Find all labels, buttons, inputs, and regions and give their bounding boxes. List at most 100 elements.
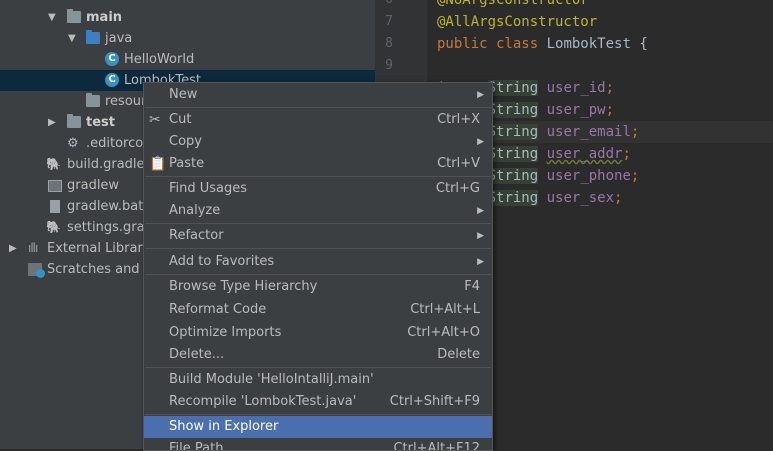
menu-item-shortcut: F4 [464, 279, 480, 294]
code-line: public class LombokTest { [437, 33, 648, 55]
line-number: 6 [385, 0, 393, 7]
expand-arrow-icon[interactable]: ▼ [68, 28, 76, 49]
submenu-arrow-icon: ▶ [477, 137, 484, 147]
keyword-text: public class [437, 36, 539, 52]
menu-item-shortcut: Delete [437, 347, 480, 362]
tree-item-helloworld[interactable]: C HelloWorld [0, 49, 375, 70]
submenu-arrow-icon: ▶ [477, 231, 484, 241]
menu-item-recompile[interactable]: Recompile 'LombokTest.java' Ctrl+Shift+F… [144, 391, 492, 413]
line-number: 7 [385, 14, 393, 29]
annotation-text: @AllArgsConstructor [437, 14, 598, 30]
menu-item-browse-type-hierarchy[interactable]: Browse Type Hierarchy F4 [144, 276, 492, 298]
tree-item-java[interactable]: ▼ java [0, 28, 375, 49]
menu-item-label: Delete... [169, 347, 225, 362]
brace-text: { [639, 36, 648, 52]
menu-separator [145, 107, 491, 108]
menu-item-label: Refactor [169, 228, 224, 243]
menu-item-new[interactable]: New ▶ [144, 84, 492, 106]
terminal-icon [48, 180, 62, 192]
code-line: @AllArgsConstructor [437, 11, 597, 33]
menu-item-shortcut: Ctrl+G [435, 181, 480, 196]
tree-item-main[interactable]: ▼ main [0, 7, 375, 28]
menu-separator [145, 414, 491, 415]
gradle-icon: 🐘 [46, 220, 61, 234]
tree-item-label: main [86, 10, 123, 25]
menu-item-find-usages[interactable]: Find Usages Ctrl+G [144, 178, 492, 200]
collapse-arrow-icon[interactable]: ▶ [9, 238, 17, 259]
gradle-icon: 🐘 [46, 157, 61, 171]
menu-item-add-to-favorites[interactable]: Add to Favorites ▶ [144, 251, 492, 273]
submenu-arrow-icon: ▶ [477, 90, 484, 100]
menu-item-show-in-explorer[interactable]: Show in Explorer [144, 416, 492, 438]
menu-item-paste[interactable]: 📋 Paste Ctrl+V [144, 153, 492, 175]
folder-icon [67, 9, 81, 23]
tree-item-label: test [86, 115, 115, 130]
menu-item-copy[interactable]: Copy ▶ [144, 131, 492, 153]
class-name-text: LombokTest [546, 36, 631, 52]
folder-icon [67, 114, 81, 128]
class-icon: C [105, 52, 119, 66]
source-folder-icon [86, 30, 100, 44]
menu-item-shortcut: Ctrl+Alt+O [407, 325, 480, 340]
menu-item-label: Cut [169, 112, 192, 127]
menu-item-delete[interactable]: Delete... Delete [144, 344, 492, 366]
menu-separator [145, 248, 491, 249]
submenu-arrow-icon: ▶ [477, 257, 484, 267]
menu-separator [145, 274, 491, 275]
menu-item-shortcut: Ctrl+Alt+F12 [393, 441, 480, 451]
tree-item-label: java [105, 31, 133, 46]
menu-item-file-path[interactable]: File Path Ctrl+Alt+F12 [144, 438, 492, 451]
menu-item-shortcut: Ctrl+Shift+F9 [389, 394, 480, 409]
clipboard-icon: 📋 [149, 156, 167, 172]
line-number: 9 [385, 58, 393, 73]
menu-item-shortcut: Ctrl+V [437, 156, 480, 171]
field-name: user_pw [546, 102, 606, 118]
expand-arrow-icon[interactable]: ▼ [48, 7, 56, 28]
field-name: user_email [546, 124, 631, 140]
menu-item-optimize-imports[interactable]: Optimize Imports Ctrl+Alt+O [144, 322, 492, 344]
type-text: String [487, 168, 539, 184]
menu-item-label: File Path [169, 441, 224, 451]
menu-item-label: Find Usages [169, 181, 248, 196]
type-text: String [487, 190, 539, 206]
menu-item-label: Build Module 'HelloIntalliJ.main' [169, 372, 374, 387]
context-menu: New ▶ ✂ Cut Ctrl+X Copy ▶ 📋 Paste Ctrl+V… [143, 82, 493, 451]
menu-item-label: Recompile 'LombokTest.java' [169, 394, 357, 409]
menu-item-label: Optimize Imports [169, 325, 282, 340]
scratches-icon [28, 263, 45, 278]
menu-item-shortcut: Ctrl+X [437, 112, 480, 127]
type-text: String [487, 124, 539, 140]
tree-item-label: build.gradle [67, 157, 145, 172]
submenu-arrow-icon: ▶ [477, 206, 484, 216]
tree-item-label: gradlew [67, 178, 120, 193]
menu-item-label: Reformat Code [169, 302, 267, 317]
menu-item-refactor[interactable]: Refactor ▶ [144, 225, 492, 247]
menu-separator [145, 223, 491, 224]
menu-item-label: Add to Favorites [169, 254, 275, 269]
menu-item-reformat-code[interactable]: Reformat Code Ctrl+Alt+L [144, 299, 492, 321]
tree-item-label: gradlew.bat [67, 199, 144, 214]
menu-separator [145, 367, 491, 368]
field-name: user_phone [546, 168, 631, 184]
menu-item-build-module[interactable]: Build Module 'HelloIntalliJ.main' [144, 369, 492, 391]
collapse-arrow-icon[interactable]: ▶ [48, 112, 56, 133]
menu-item-cut[interactable]: ✂ Cut Ctrl+X [144, 109, 492, 131]
libraries-icon: ıllı [28, 241, 38, 255]
menu-item-label: Show in Explorer [169, 419, 279, 434]
menu-item-analyze[interactable]: Analyze ▶ [144, 200, 492, 222]
field-name: user_id [546, 80, 606, 96]
type-text: String [487, 102, 539, 118]
menu-item-label: Analyze [169, 203, 221, 218]
type-text: String [487, 146, 539, 162]
annotation-text: @NoArgsConstructor [437, 0, 589, 8]
menu-item-label: Paste [169, 156, 205, 171]
line-number: 8 [385, 36, 393, 51]
tree-item-label: HelloWorld [124, 52, 195, 67]
resources-folder-icon [86, 93, 100, 107]
code-line: @NoArgsConstructor [437, 0, 589, 11]
menu-item-shortcut: Ctrl+Alt+L [410, 302, 480, 317]
menu-item-label: Browse Type Hierarchy [169, 279, 318, 294]
menu-separator [145, 176, 491, 177]
scissors-icon: ✂ [149, 112, 161, 128]
type-text: String [487, 80, 539, 96]
